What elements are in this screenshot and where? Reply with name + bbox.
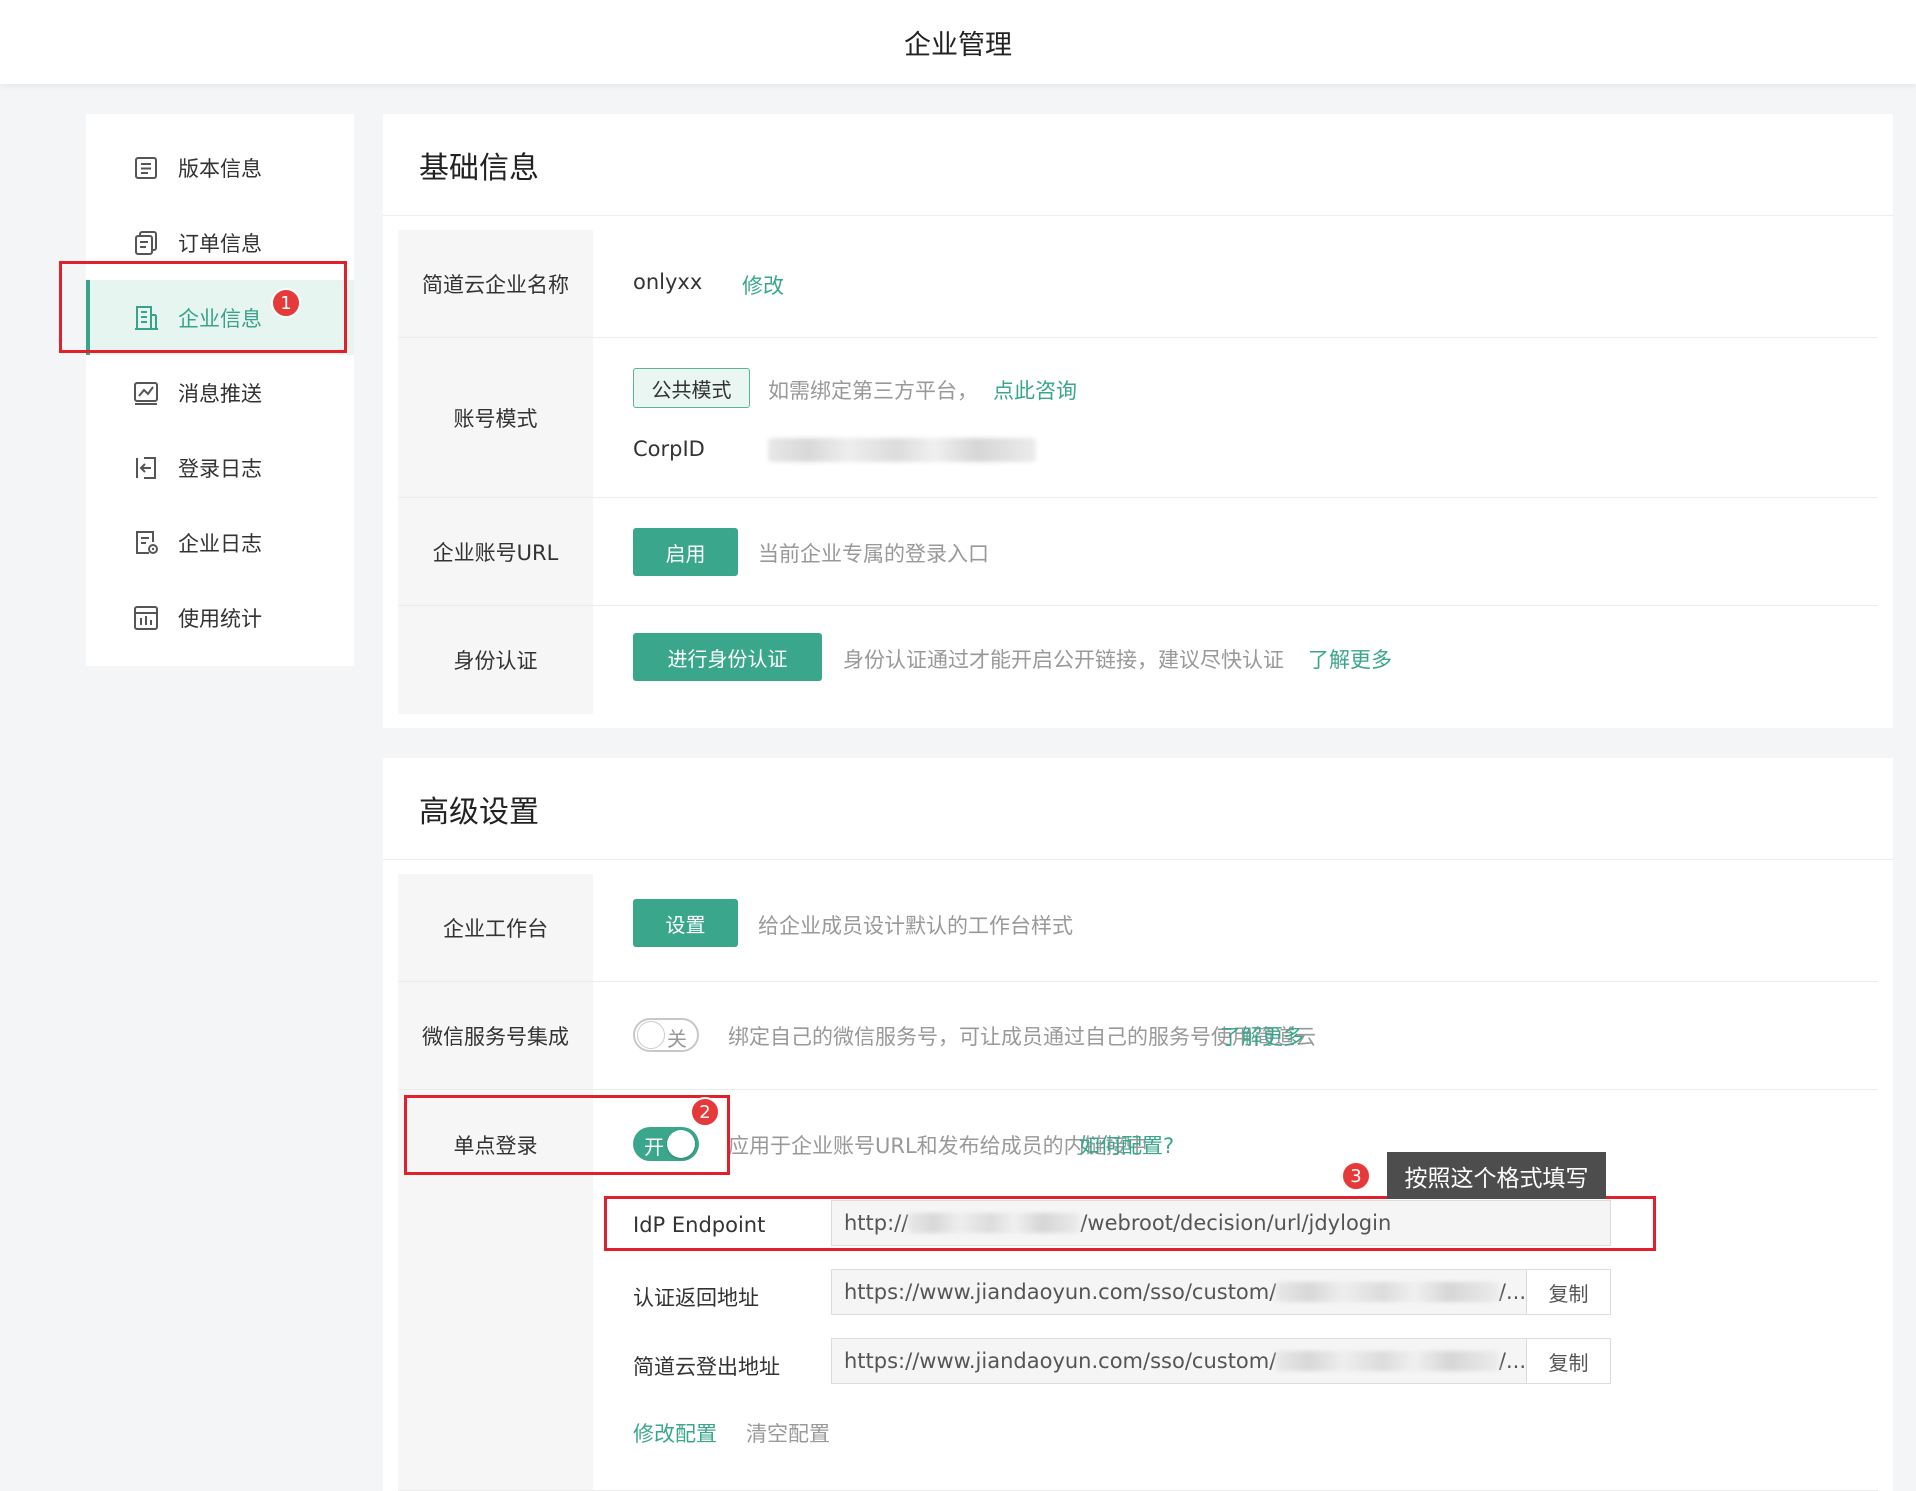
company-url-hint: 当前企业专属的登录入口 xyxy=(758,542,989,566)
workbench-hint: 给企业成员设计默认的工作台样式 xyxy=(758,914,1073,938)
logout-address-prefix: https://www.jiandaoyun.com/sso/custom/ xyxy=(844,1349,1277,1373)
sidebar-item-label: 版本信息 xyxy=(178,156,262,181)
logout-address-field: https://www.jiandaoyun.com/sso/custom/ /… xyxy=(831,1338,1527,1384)
company-name-value: onlyxx xyxy=(633,270,703,294)
sidebar-item-login-log[interactable]: 登录日志 xyxy=(86,430,354,505)
sso-config-help-link[interactable]: 如何配置? xyxy=(1079,1130,1174,1160)
workbench-label: 企业工作台 xyxy=(398,874,593,981)
corpid-label: CorpID xyxy=(633,437,705,461)
callback-address-field: https://www.jiandaoyun.com/sso/custom/ /… xyxy=(831,1269,1527,1315)
sidebar-item-label: 订单信息 xyxy=(178,231,262,256)
document-list-icon xyxy=(132,154,160,182)
chart-line-icon xyxy=(132,379,160,407)
workbench-setup-button[interactable]: 设置 xyxy=(633,899,738,947)
copy-logout-button[interactable]: 复制 xyxy=(1526,1338,1611,1384)
public-mode-tag: 公共模式 xyxy=(633,368,750,408)
identity-auth-more-link[interactable]: 了解更多 xyxy=(1308,644,1392,674)
edit-config-link[interactable]: 修改配置 xyxy=(633,1418,717,1448)
basic-info-card: 基础信息 简道云企业名称 onlyxx 修改 账号模式 公共模式 如需绑定第三方… xyxy=(383,114,1893,728)
sidebar: 版本信息 订单信息 企业信息 消息推送 登录日志 企业日志 使用统计 xyxy=(86,114,354,666)
format-hint-tooltip: 按照这个格式填写 xyxy=(1387,1152,1606,1199)
sidebar-item-label: 使用统计 xyxy=(178,606,262,631)
login-arrow-icon xyxy=(132,454,160,482)
enable-url-button[interactable]: 启用 xyxy=(633,528,738,576)
page-title: 企业管理 xyxy=(904,29,1012,61)
wechat-service-label: 微信服务号集成 xyxy=(398,982,593,1089)
edit-company-name-link[interactable]: 修改 xyxy=(742,270,784,300)
sidebar-item-usage-stats[interactable]: 使用统计 xyxy=(86,580,354,655)
copy-callback-button[interactable]: 复制 xyxy=(1526,1269,1611,1315)
account-mode-row: 账号模式 公共模式 如需绑定第三方平台， 点此咨询 CorpID xyxy=(398,338,1878,498)
annotation-box-sso xyxy=(404,1095,730,1175)
clear-config-link[interactable]: 清空配置 xyxy=(746,1418,830,1448)
sidebar-item-label: 消息推送 xyxy=(178,381,262,406)
annotation-badge-3: 3 xyxy=(1341,1161,1371,1191)
bind-platform-hint: 如需绑定第三方平台， xyxy=(768,379,978,403)
annotation-badge-1: 1 xyxy=(271,288,301,318)
sidebar-item-version-info[interactable]: 版本信息 xyxy=(86,130,354,205)
annotation-box-company-info xyxy=(59,261,347,353)
wechat-service-toggle[interactable]: 关 xyxy=(633,1018,699,1052)
identity-auth-hint: 身份认证通过才能开启公开链接，建议尽快认证 xyxy=(843,648,1284,672)
identity-auth-row: 身份认证 进行身份认证 身份认证通过才能开启公开链接，建议尽快认证 了解更多 xyxy=(398,606,1878,714)
callback-address-prefix: https://www.jiandaoyun.com/sso/custom/ xyxy=(844,1280,1277,1304)
callback-address-label: 认证返回地址 xyxy=(633,1286,759,1310)
toggle-label: 关 xyxy=(667,1027,687,1051)
workbench-row: 企业工作台 设置 给企业成员设计默认的工作台样式 xyxy=(398,874,1878,982)
company-url-label: 企业账号URL xyxy=(398,498,593,605)
identity-auth-button[interactable]: 进行身份认证 xyxy=(633,633,822,681)
logout-id-redacted xyxy=(1276,1351,1499,1371)
logout-address-suffix: /... xyxy=(1498,1349,1526,1373)
advanced-settings-title: 高级设置 xyxy=(383,758,1893,860)
wechat-service-row: 微信服务号集成 关 绑定自己的微信服务号，可让成员通过自己的服务号使用简道云 了… xyxy=(398,982,1878,1090)
order-copy-icon xyxy=(132,229,160,257)
company-url-row: 企业账号URL 启用 当前企业专属的登录入口 xyxy=(398,498,1878,606)
corpid-value-redacted xyxy=(768,438,1036,462)
account-mode-label: 账号模式 xyxy=(398,338,593,497)
annotation-badge-2: 2 xyxy=(690,1097,720,1127)
company-name-label: 简道云企业名称 xyxy=(398,230,593,337)
sidebar-item-label: 企业日志 xyxy=(178,531,262,556)
sidebar-item-label: 登录日志 xyxy=(178,456,262,481)
bar-stats-icon xyxy=(132,604,160,632)
annotation-box-idp-endpoint xyxy=(604,1196,1656,1251)
callback-id-redacted xyxy=(1276,1282,1499,1302)
sidebar-item-company-log[interactable]: 企业日志 xyxy=(86,505,354,580)
identity-auth-label: 身份认证 xyxy=(398,606,593,714)
wechat-more-link[interactable]: 了解更多 xyxy=(1220,1021,1304,1051)
basic-info-title: 基础信息 xyxy=(383,114,1893,216)
callback-address-suffix: /... xyxy=(1498,1280,1526,1304)
log-settings-icon xyxy=(132,529,160,557)
top-header: 企业管理 xyxy=(0,0,1916,84)
toggle-knob xyxy=(637,1021,665,1049)
consult-link[interactable]: 点此咨询 xyxy=(993,375,1077,405)
sidebar-item-message-push[interactable]: 消息推送 xyxy=(86,355,354,430)
logout-address-label: 简道云登出地址 xyxy=(633,1355,780,1379)
company-name-row: 简道云企业名称 onlyxx 修改 xyxy=(398,230,1878,338)
